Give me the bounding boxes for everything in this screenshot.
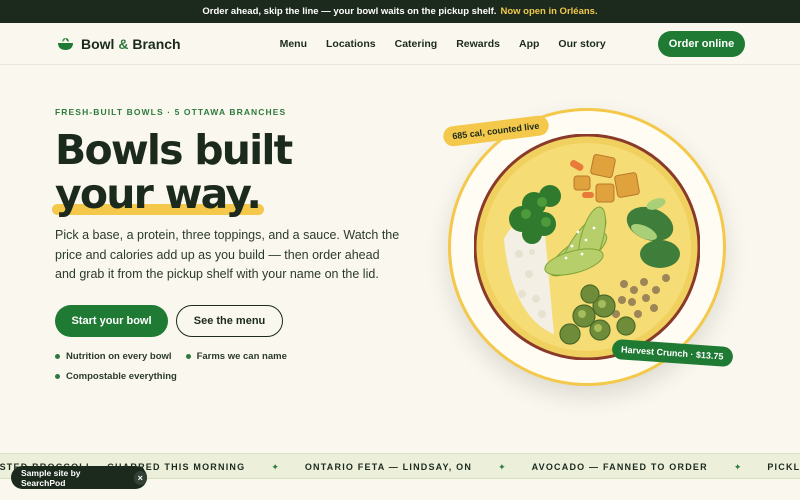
ticker-item: ONTARIO FETA — LINDSAY, ON: [304, 462, 473, 472]
main-nav: Bowl & Branch Menu Locations Catering Re…: [0, 23, 800, 65]
nav-link-menu[interactable]: Menu: [280, 38, 307, 50]
nav-link-our-story[interactable]: Our story: [558, 38, 605, 50]
star-separator-icon: ✦: [271, 462, 279, 472]
sample-site-badge[interactable]: Sample site by SearchPod ×: [11, 466, 147, 489]
star-separator-icon: ✦: [498, 462, 506, 472]
see-menu-button[interactable]: See the menu: [176, 304, 283, 337]
hero-headline: Bowls built your way.: [52, 126, 400, 216]
feature-item: Farms we can name: [185, 351, 287, 362]
hero-description: Pick a base, a protein, three toppings, …: [55, 228, 400, 281]
feature-list: Nutrition on every bowl Farms we can nam…: [55, 351, 315, 382]
brand-name: Bowl & Branch: [81, 35, 181, 52]
nav-link-app[interactable]: App: [519, 38, 539, 50]
start-bowl-button[interactable]: Start your bowl: [55, 304, 168, 337]
announcement-text: Order ahead, skip the line — your bowl w…: [202, 6, 497, 17]
close-icon[interactable]: ×: [133, 470, 147, 485]
feature-item: Nutrition on every bowl: [55, 351, 172, 362]
bullet-dot: [185, 353, 191, 359]
headline-line-2: your way.: [52, 172, 265, 216]
bowl-illustration: [474, 134, 700, 360]
feature-item: Compostable everything: [55, 371, 177, 382]
bullet-dot: [55, 353, 60, 359]
bowl-icon: [58, 37, 73, 50]
sample-site-label: Sample site by SearchPod: [21, 467, 81, 488]
headline-line-1: Bowls built: [55, 126, 293, 174]
nav-links: Menu Locations Catering Rewards App Our …: [280, 38, 606, 50]
nav-link-catering[interactable]: Catering: [395, 38, 438, 50]
brand-logo[interactable]: Bowl & Branch: [57, 36, 181, 52]
nav-link-rewards[interactable]: Rewards: [456, 38, 500, 50]
bullet-dot: [55, 373, 60, 379]
order-online-button[interactable]: Order online: [658, 30, 745, 57]
hero-cta-row: Start your bowl See the menu: [55, 304, 400, 337]
announcement-highlight-link[interactable]: Now open in Orléans.: [500, 6, 597, 17]
hero-eyebrow: FRESH-BUILT BOWLS · 5 OTTAWA BRANCHES: [55, 107, 287, 117]
nav-link-locations[interactable]: Locations: [326, 38, 376, 50]
announcement-bar: Order ahead, skip the line — your bowl w…: [0, 0, 800, 23]
hero-content: FRESH-BUILT BOWLS · 5 OTTAWA BRANCHES Bo…: [52, 107, 400, 382]
ticker-item: AVOCADO — FANNED TO ORDER: [531, 462, 708, 472]
star-separator-icon: ✦: [733, 462, 742, 472]
ticker-item: PICKLED CARROTS — 48: [767, 462, 800, 472]
